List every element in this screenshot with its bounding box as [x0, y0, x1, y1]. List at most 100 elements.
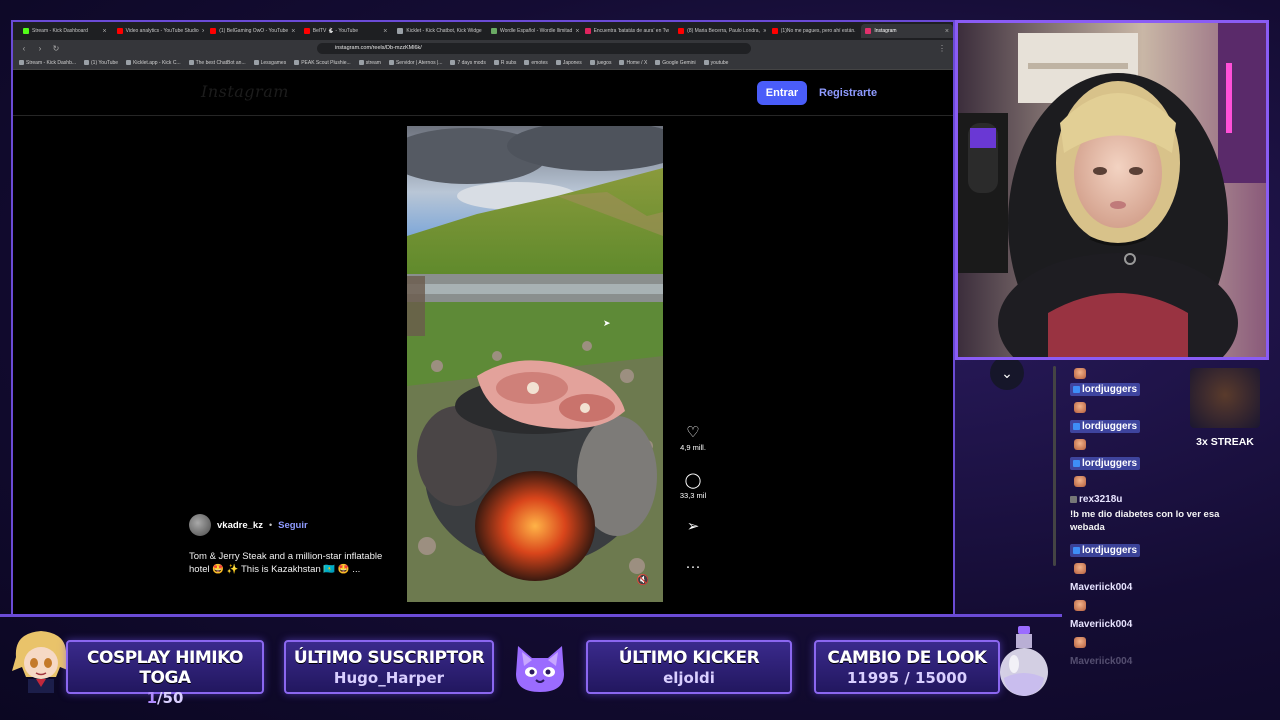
bookmark-item[interactable]: youtube	[703, 60, 728, 66]
browser-tab[interactable]: Encuentra 'batatás de aura' en Tw×	[581, 24, 672, 38]
author-name[interactable]: vkadre_kz	[217, 520, 263, 531]
chat-username[interactable]: lordjuggers	[1070, 383, 1141, 396]
chat-username[interactable]: Maveriick004	[1070, 655, 1135, 668]
follow-button[interactable]: Seguir	[278, 520, 308, 531]
bookmark-icon	[388, 60, 394, 65]
tab-label: (8) Maria Becerra, Paulo Londra,	[687, 28, 760, 34]
bookmark-item[interactable]: R subs	[493, 60, 516, 66]
reel-video[interactable]: ➤ 🔇	[407, 126, 663, 602]
browser-tab[interactable]: BelTV 🐇 - YouTube ×	[300, 24, 392, 38]
like-action[interactable]: ♡ 4,9 mill.	[673, 424, 713, 452]
chat-username[interactable]: lordjuggers	[1070, 420, 1141, 433]
more-action[interactable]: ···	[673, 558, 713, 576]
browser-tab[interactable]: Video analytics - YouTube Studio×	[113, 24, 204, 38]
reel-video-frame	[407, 126, 663, 602]
url-field[interactable]: instagram.com/reels/Db-mzzKMl6k/	[317, 42, 751, 54]
browser-tab[interactable]: Wordle Español - Wordle llimitad×	[487, 24, 579, 38]
tab-label: Kicklet - Kick Chatbot, Kick Widge	[406, 28, 482, 34]
tab-label: Instagram	[874, 28, 897, 34]
panel-last-subscriber: ÚLTIMO SUSCRIPTOR Hugo_Harper	[284, 640, 494, 694]
browser-tab[interactable]: (1)No me pagues, pero ahí están. ×	[768, 24, 860, 38]
share-action[interactable]: ➢	[673, 518, 713, 536]
tab-close-icon[interactable]: ×	[291, 28, 295, 35]
bookmark-label: Lessgames	[260, 59, 287, 66]
reload-icon[interactable]: ↻	[51, 44, 61, 53]
browser-tab[interactable]: (8) Maria Becerra, Paulo Londra, ×	[674, 24, 766, 38]
bookmark-icon	[188, 60, 194, 65]
bookmark-item[interactable]: stream	[358, 59, 381, 66]
chat-emote-icon	[1074, 637, 1086, 648]
tab-favicon-icon	[397, 28, 404, 34]
tab-favicon-icon	[303, 28, 310, 34]
bookmark-icon	[84, 60, 90, 65]
bookmark-item[interactable]: Lessgames	[253, 59, 287, 66]
tab-close-icon[interactable]: ×	[763, 28, 766, 35]
tab-favicon-icon	[490, 28, 497, 34]
browser-tab[interactable]: Kicklet - Kick Chatbot, Kick Widge×	[393, 24, 485, 38]
forward-icon[interactable]: ›	[35, 44, 45, 53]
bookmark-item[interactable]: PEAK Scout Plushie...	[294, 60, 351, 66]
chat-username-text: Maveriick004	[1070, 582, 1133, 593]
bookmark-label: Google Gemini	[662, 59, 696, 66]
browser-tab[interactable]: Stream - Kick Dashboard ×	[19, 24, 111, 38]
bookmark-item[interactable]: Home / X	[619, 60, 647, 66]
chat-username-text: Maveriick004	[1070, 656, 1133, 667]
tab-label: Wordle Español - Wordle llimitad	[499, 28, 573, 34]
chat-username[interactable]: lordjuggers	[1070, 457, 1141, 470]
chat-username[interactable]: rex3218u	[1070, 493, 1125, 506]
comment-action[interactable]: ◯ 33,3 mil	[673, 472, 713, 500]
bookmark-item[interactable]: Japones	[555, 60, 582, 66]
panel-value: Hugo_Harper	[333, 669, 445, 687]
tab-favicon-icon	[771, 28, 778, 34]
more-icon[interactable]: ···	[673, 558, 713, 576]
tab-close-icon[interactable]: ×	[202, 28, 204, 35]
chat-username[interactable]: lordjuggers	[1070, 544, 1141, 557]
chevron-down-icon[interactable]: ⌄	[990, 356, 1024, 390]
tab-close-icon[interactable]: ×	[859, 28, 860, 35]
send-icon[interactable]: ➢	[673, 518, 713, 536]
chat-emote-icon	[1074, 439, 1086, 450]
instagram-logo[interactable]: Instagram	[201, 82, 289, 101]
panel-look-change-goal: CAMBIO DE LOOK 11995 / 15000	[814, 640, 1000, 694]
chat-emote-icon	[1074, 402, 1086, 413]
bookmark-label: stream	[365, 59, 381, 66]
bookmark-item[interactable]: juegos	[589, 60, 611, 66]
bookmark-item[interactable]: Google Gemini	[655, 59, 696, 66]
bookmark-icon	[358, 60, 364, 65]
chat-panel: lordjuggers lordjuggers lordjuggers rex3…	[1062, 366, 1272, 668]
avatar[interactable]	[189, 514, 211, 536]
bookmark-item[interactable]: The best ChatBot an...	[188, 60, 246, 66]
bookmark-item[interactable]: Servidor | Aternos |...	[388, 60, 442, 66]
signup-link[interactable]: Registrarte	[819, 81, 877, 105]
chat-scrollbar[interactable]	[1053, 366, 1056, 566]
bookmark-item[interactable]: Stream - Kick Dashb...	[19, 60, 76, 66]
chat-message: lordjuggers	[1070, 457, 1141, 470]
streamer-camera-image	[958, 23, 1266, 357]
panel-value: 1/50	[68, 689, 262, 707]
mute-icon[interactable]: 🔇	[637, 575, 649, 586]
bookmark-item[interactable]: (1) YouTube	[84, 60, 118, 66]
tab-label: Encuentra 'batatás de aura' en Tw	[593, 28, 670, 34]
tab-close-icon[interactable]: ×	[575, 28, 578, 35]
bookmark-item[interactable]: 7 days mods	[450, 60, 486, 66]
bookmark-label: Home / X	[626, 59, 648, 66]
tab-close-icon[interactable]: ×	[103, 28, 107, 35]
bookmark-icon	[655, 60, 661, 65]
back-icon[interactable]: ‹	[19, 44, 29, 53]
bookmark-item[interactable]: emotes	[524, 60, 548, 66]
bookmark-icon	[450, 60, 456, 65]
browser-tab[interactable]: Instagram ×	[861, 24, 953, 38]
extensions-icon[interactable]: ⋮	[937, 44, 947, 53]
chat-username[interactable]: Maveriick004	[1070, 618, 1135, 631]
verified-badge-icon	[1073, 423, 1080, 430]
tab-close-icon[interactable]: ×	[945, 28, 949, 35]
tab-label: BelTV 🐇 - YouTube	[312, 28, 359, 34]
heart-icon[interactable]: ♡	[673, 424, 713, 442]
login-button[interactable]: Entrar	[757, 81, 807, 105]
tab-close-icon[interactable]: ×	[383, 28, 387, 35]
browser-tab[interactable]: (1) BelGaming OwO - YouTube ×	[206, 24, 298, 38]
separator-dot: •	[268, 520, 273, 530]
bookmark-item[interactable]: Kicklet.app - Kick C...	[126, 60, 181, 66]
chat-username[interactable]: Maveriick004	[1070, 581, 1135, 594]
comment-icon[interactable]: ◯	[673, 472, 713, 490]
